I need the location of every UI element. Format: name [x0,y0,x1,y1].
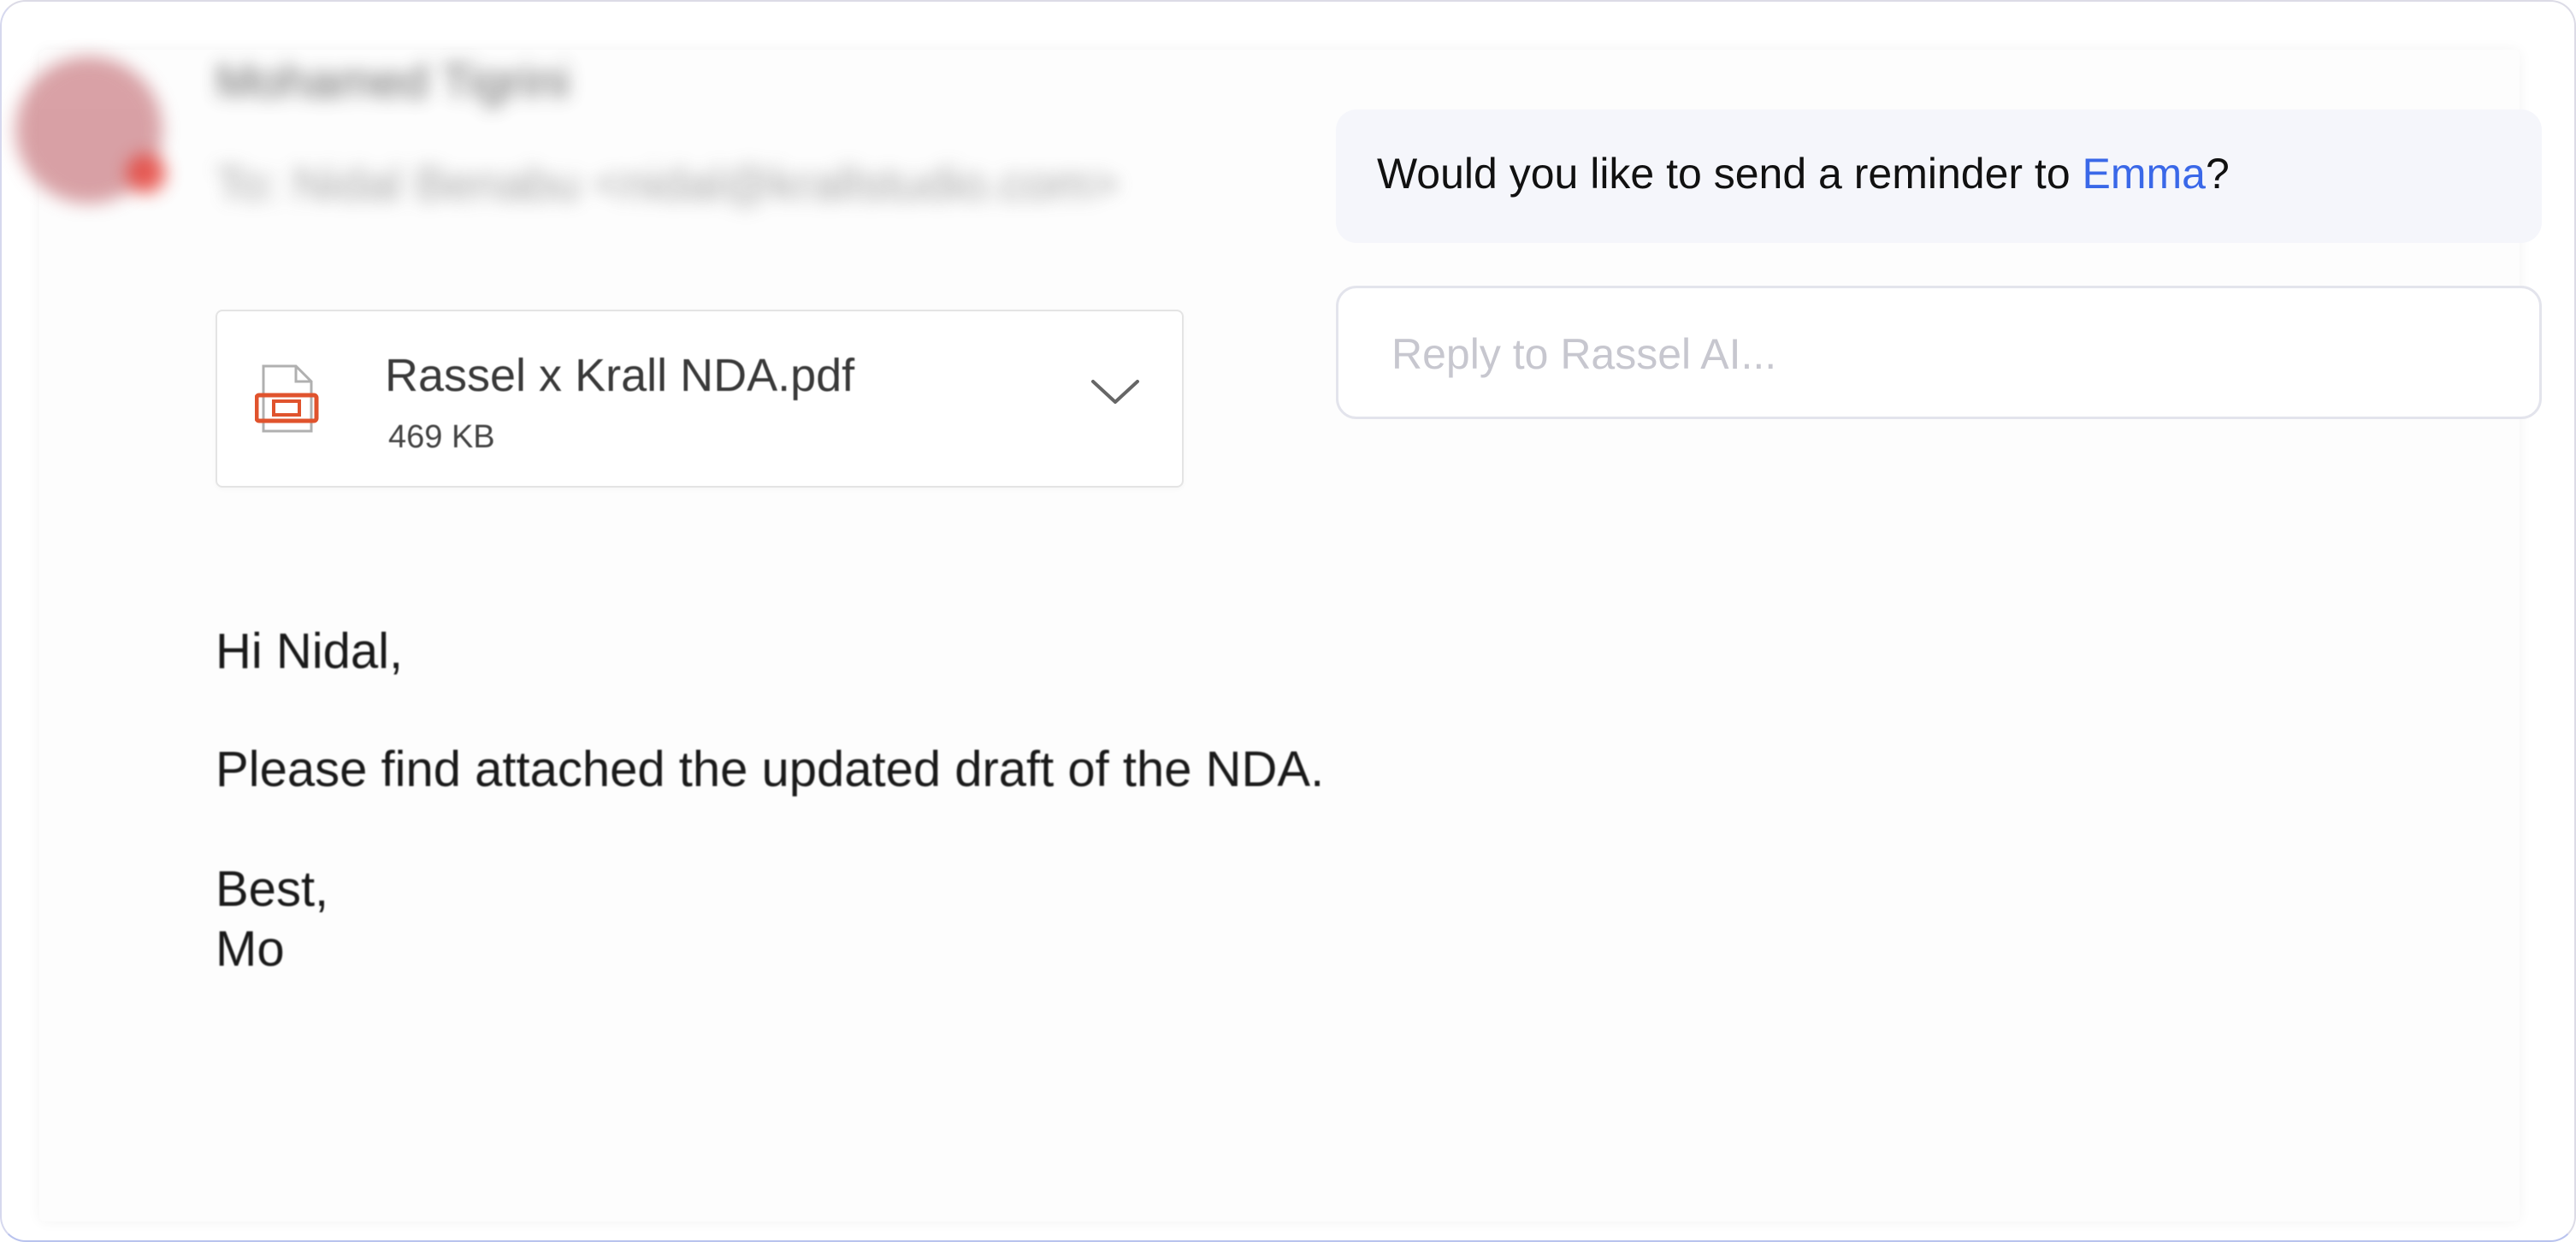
attachment-file-size: 469 KB [388,419,495,455]
assistant-contact-name[interactable]: Emma [2083,150,2206,198]
pdf-file-icon [255,364,319,433]
assistant-reply-box[interactable] [1336,286,2542,419]
sender-name: Mohamed Tigrini [216,54,570,108]
assistant-message-text: Would you like to send a reminder to Emm… [1377,149,2230,198]
email-closing: Best, [216,861,329,917]
chevron-down-icon[interactable] [1088,375,1143,409]
email-message: Please find attached the updated draft o… [216,742,1325,797]
assistant-message-bubble: Would you like to send a reminder to Emm… [1336,109,2542,243]
recipient-line: To: Nidal Benabu <nidal@krallstudio.com> [216,157,1120,210]
email-signature: Mo [216,921,285,977]
assistant-reply-input[interactable] [1390,326,2488,382]
status-badge [127,154,166,193]
assistant-message-prefix: Would you like to send a reminder to [1377,150,2083,198]
app-frame: Mohamed Tigrini To: Nidal Benabu <nidal@… [0,0,2576,1242]
email-greeting: Hi Nidal, [216,624,404,679]
attachment-card[interactable]: Rassel x Krall NDA.pdf 469 KB [216,310,1184,488]
attachment-file-name[interactable]: Rassel x Krall NDA.pdf [385,349,854,402]
assistant-message-suffix: ? [2205,150,2230,198]
